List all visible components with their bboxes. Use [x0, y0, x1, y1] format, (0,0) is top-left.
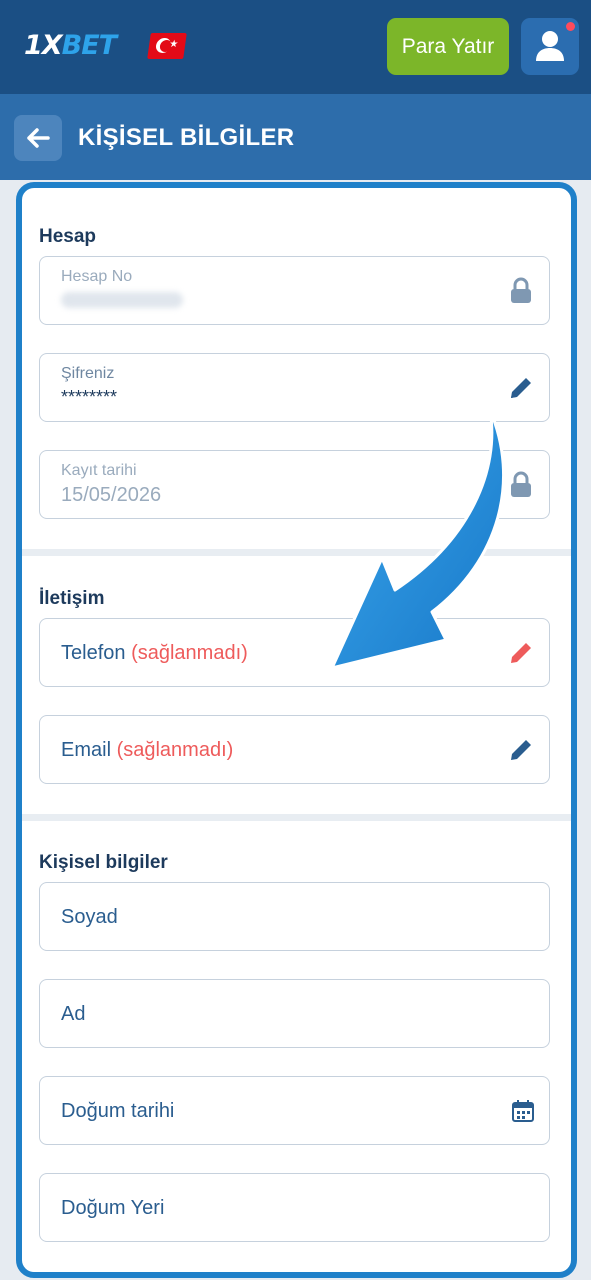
notification-dot — [566, 22, 575, 31]
birth-date-label: Doğum tarihi — [61, 1100, 175, 1122]
section-title-contact: İletişim — [39, 588, 105, 609]
page-title: KİŞİSEL BİLGİLER — [78, 124, 295, 151]
logo-prefix: 1X — [24, 30, 63, 61]
lock-icon — [511, 277, 531, 303]
name-label: Ad — [61, 1003, 86, 1025]
password-field[interactable]: Şifreniz ******** — [39, 353, 550, 422]
birth-place-label: Doğum Yeri — [61, 1197, 165, 1219]
deposit-button[interactable]: Para Yatır — [387, 18, 509, 75]
account-number-field: Hesap No — [39, 256, 550, 325]
section-title-account: Hesap — [39, 226, 97, 247]
registration-date-field: Kayıt tarihi 15/05/2026 — [39, 450, 550, 519]
email-field-text: Email (sağlanmadı) — [61, 739, 233, 762]
pencil-icon[interactable] — [507, 736, 535, 764]
pencil-icon[interactable] — [507, 374, 535, 402]
email-field[interactable]: Email (sağlanmadı) — [39, 715, 550, 784]
top-bar: 1XBET ★ Para Yatır — [0, 0, 591, 94]
password-label: Şifreniz — [61, 365, 115, 382]
phone-label: Telefon — [61, 642, 126, 664]
back-arrow-icon — [27, 128, 50, 148]
user-profile-button[interactable] — [521, 18, 579, 75]
user-icon — [536, 31, 564, 61]
phone-status: (sağlanmadı) — [131, 642, 248, 664]
pencil-icon[interactable] — [507, 639, 535, 667]
email-status: (sağlanmadı) — [116, 739, 234, 761]
account-number-blurred-value — [61, 292, 183, 308]
password-value: ******** — [61, 387, 118, 407]
surname-label: Soyad — [61, 906, 118, 928]
account-number-label: Hesap No — [61, 268, 133, 285]
registration-date-value: 15/05/2026 — [61, 484, 162, 506]
logo-suffix: BET — [61, 30, 117, 61]
birth-place-field[interactable]: Doğum Yeri — [39, 1173, 550, 1242]
section-title-personal: Kişisel bilgiler — [39, 852, 168, 873]
phone-field-text: Telefon (sağlanmadı) — [61, 642, 248, 665]
surname-field[interactable]: Soyad — [39, 882, 550, 951]
lock-icon — [511, 471, 531, 497]
page-header: KİŞİSEL BİLGİLER — [0, 94, 591, 180]
calendar-icon[interactable] — [511, 1099, 535, 1123]
brand-logo[interactable]: 1XBET — [24, 30, 117, 61]
phone-field[interactable]: Telefon (sağlanmadı) — [39, 618, 550, 687]
content-card: Hesap Hesap No Şifreniz ******** Kayıt t… — [16, 182, 577, 1278]
back-button[interactable] — [14, 115, 62, 161]
section-divider — [22, 549, 571, 556]
birth-date-field[interactable]: Doğum tarihi — [39, 1076, 550, 1145]
section-divider — [22, 814, 571, 821]
email-label: Email — [61, 739, 112, 761]
registration-date-label: Kayıt tarihi — [61, 462, 137, 479]
turkey-flag-icon[interactable]: ★ — [147, 33, 187, 59]
name-field[interactable]: Ad — [39, 979, 550, 1048]
